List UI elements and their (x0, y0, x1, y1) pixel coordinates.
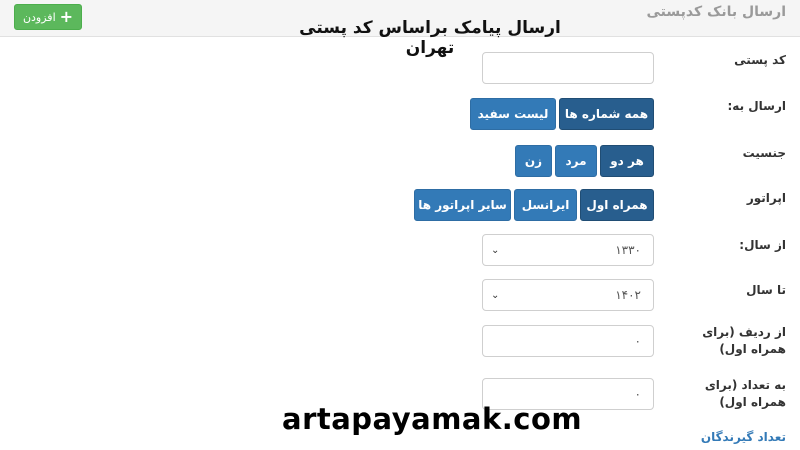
from-year-label: از سال: (739, 238, 786, 252)
site-watermark: artapayamak.com (282, 402, 583, 436)
gender-female-button[interactable]: زن (515, 145, 552, 177)
chevron-down-icon: ⌄ (491, 289, 500, 301)
gender-male-button[interactable]: مرد (555, 145, 597, 177)
to-year-value: ۱۴۰۲ (615, 288, 641, 302)
from-year-value: ۱۳۳۰ (615, 243, 641, 257)
panel-title: ارسال بانک کدپستی (646, 4, 787, 20)
operator-irancell-button[interactable]: ایرانسل (514, 189, 577, 221)
count-label: به تعداد (برای همراه اول) (704, 378, 786, 409)
add-button-label: افزودن (22, 10, 56, 24)
from-year-select[interactable]: ⌄ ۱۳۳۰ (482, 234, 654, 266)
gender-both-button[interactable]: هر دو (600, 145, 654, 177)
send-to-all-numbers-button[interactable]: همه شماره ها (559, 98, 654, 130)
plus-icon: + (59, 7, 74, 26)
operator-hamrahe-aval-button[interactable]: همراه اول (580, 189, 654, 221)
operator-others-button[interactable]: سایر اپراتور ها (414, 189, 511, 221)
operator-label: اپراتور (746, 191, 786, 205)
from-row-label: از ردیف (برای همراه اول) (702, 325, 786, 356)
to-year-select[interactable]: ⌄ ۱۴۰۲ (482, 279, 654, 311)
postal-code-label: کد پستی (734, 53, 786, 67)
send-to-label: ارسال به: (727, 99, 787, 113)
to-year-label: تا سال (746, 283, 786, 297)
recipients-count-link[interactable]: تعداد گیرندگان (701, 430, 786, 444)
from-row-input[interactable]: ۰ (482, 325, 654, 357)
gender-label: جنسیت (742, 146, 786, 160)
add-button[interactable]: + افزودن (14, 4, 82, 30)
chevron-down-icon: ⌄ (491, 244, 500, 256)
postal-code-input[interactable] (482, 52, 654, 84)
send-to-whitelist-button[interactable]: لیست سفید (470, 98, 556, 130)
